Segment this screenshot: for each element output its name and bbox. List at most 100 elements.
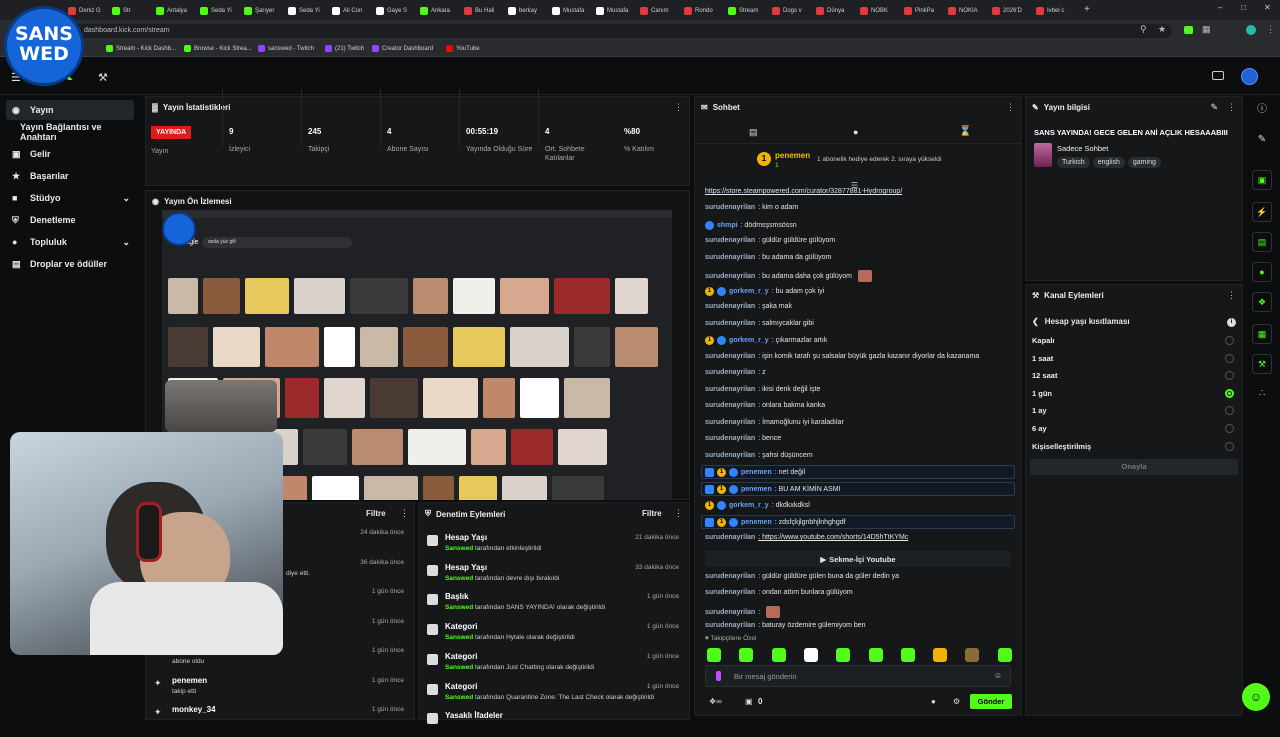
account-age-option[interactable]: 1 ay xyxy=(1032,406,1238,416)
account-age-option[interactable]: 6 ay xyxy=(1032,424,1238,433)
activity-user[interactable]: penemen xyxy=(172,676,207,685)
radio-button[interactable] xyxy=(1225,371,1234,381)
image-result-thumbnail[interactable] xyxy=(285,378,319,418)
gift-icon[interactable]: ▣ xyxy=(745,697,753,706)
points-icon[interactable]: ❖∞ xyxy=(709,697,722,706)
emote-button[interactable] xyxy=(933,648,948,662)
trash-icon[interactable]: ▤ xyxy=(749,127,758,138)
support-chat-button[interactable]: ☺ xyxy=(1242,683,1270,711)
radio-button[interactable] xyxy=(1225,424,1234,433)
chat-text[interactable]: : https://www.youtube.com/shorts/14D5hTt… xyxy=(758,534,908,541)
account-age-option[interactable]: Kapalı xyxy=(1032,336,1238,345)
mod-filter-button[interactable]: Filtre xyxy=(642,509,662,518)
bookmark-item[interactable]: Creator Dashboard xyxy=(372,45,433,52)
user-avatar[interactable] xyxy=(1241,68,1258,85)
image-result-thumbnail[interactable] xyxy=(403,327,448,367)
image-result-thumbnail[interactable] xyxy=(502,476,547,500)
chevron-down-icon[interactable]: ⌄ xyxy=(122,237,130,248)
extension-icon[interactable] xyxy=(1184,26,1193,34)
lightning-icon[interactable]: ⚡ xyxy=(1252,202,1272,222)
chat-link-message[interactable]: https://store.steampowered.com/curator/3… xyxy=(705,188,902,195)
confirm-button[interactable]: Onayla xyxy=(1030,459,1238,475)
browser-tab[interactable]: Str xyxy=(112,3,154,18)
radio-waves-icon[interactable]: ❖ xyxy=(1252,292,1272,312)
mod-action-user[interactable]: Sanswed xyxy=(445,634,473,641)
image-result-thumbnail[interactable] xyxy=(510,327,569,367)
chat-username[interactable]: surudenayrilan xyxy=(705,386,755,393)
send-button[interactable]: Gönder xyxy=(970,694,1012,709)
chat-username[interactable]: surudenayrilan xyxy=(705,622,755,629)
info-circle-icon[interactable]: ⓘ xyxy=(1252,100,1272,120)
category-name[interactable]: Sadece Sohbet xyxy=(1057,144,1108,153)
image-result-thumbnail[interactable] xyxy=(615,327,658,367)
browser-tab[interactable]: berkay xyxy=(508,3,550,18)
mod-action-user[interactable]: Sanswed xyxy=(445,575,473,582)
category-thumbnail[interactable] xyxy=(1034,143,1052,167)
chat-username[interactable]: surudenayrilan xyxy=(705,254,755,261)
account-age-option[interactable]: 1 gün xyxy=(1032,388,1238,398)
chat-username[interactable]: surudenayrilan xyxy=(705,534,755,541)
bookmark-star-icon[interactable]: ★ xyxy=(1158,24,1166,35)
radio-button[interactable] xyxy=(1225,353,1234,363)
chat-username[interactable]: surudenayrilan xyxy=(705,402,755,409)
image-result-thumbnail[interactable] xyxy=(360,327,398,367)
sidebar-item[interactable]: ■ Stüdyo ⌄ xyxy=(6,188,134,208)
layout-icon[interactable]: ▦ xyxy=(1252,324,1272,344)
browser-tab[interactable]: Deniz G xyxy=(68,3,110,18)
emote-button[interactable] xyxy=(997,648,1012,662)
window-close-icon[interactable]: ✕ xyxy=(1264,3,1271,12)
browser-tab[interactable]: Ali Con xyxy=(332,3,374,18)
info-icon[interactable]: i xyxy=(1227,318,1236,327)
sidebar-item[interactable]: ▣ Gelir xyxy=(6,144,134,164)
browser-tab[interactable]: NOKIA xyxy=(948,3,990,18)
channel-actions-menu-icon[interactable]: ⋮ xyxy=(1227,290,1236,301)
info-menu-icon[interactable]: ⋮ xyxy=(1227,102,1236,113)
browser-tab[interactable]: Seda Yi xyxy=(288,3,330,18)
image-result-thumbnail[interactable] xyxy=(574,327,610,367)
radio-button[interactable] xyxy=(1225,388,1234,398)
browser-tab[interactable]: Gaye S xyxy=(376,3,418,18)
image-result-thumbnail[interactable] xyxy=(294,278,345,314)
browser-tab[interactable]: NOBK xyxy=(860,3,902,18)
mic-icon[interactable] xyxy=(716,671,721,681)
chat-username[interactable]: surudenayrilan xyxy=(705,609,755,616)
chat-username[interactable]: gorkem_r_y xyxy=(729,502,769,509)
hammer-icon[interactable]: ⚒ xyxy=(98,71,108,84)
image-result-thumbnail[interactable] xyxy=(558,429,607,465)
emote-button[interactable] xyxy=(771,648,786,662)
new-tab-button[interactable]: + xyxy=(1084,4,1090,15)
image-result-thumbnail[interactable] xyxy=(168,278,198,314)
extensions-puzzle-icon[interactable]: ▦ xyxy=(1202,24,1211,35)
chat-link[interactable]: https://store.steampowered.com/curator/3… xyxy=(705,188,902,195)
browser-tab[interactable]: PinkPa xyxy=(904,3,946,18)
youtube-embed-button[interactable]: ▶ Sekme-İçi Youtube xyxy=(705,551,1011,567)
image-result-thumbnail[interactable] xyxy=(203,278,240,314)
profile-avatar[interactable] xyxy=(1246,25,1256,35)
community-dots-icon[interactable]: ∴ xyxy=(1252,384,1272,404)
image-result-thumbnail[interactable] xyxy=(471,429,506,465)
chat-username[interactable]: surudenayrilan xyxy=(705,452,755,459)
hourglass-icon[interactable]: ⌛ xyxy=(959,126,971,137)
image-result-thumbnail[interactable] xyxy=(265,327,319,367)
sidebar-item[interactable]: ⛨ Denetleme xyxy=(6,210,134,230)
browser-tab[interactable]: Seda Yi xyxy=(200,3,242,18)
image-result-thumbnail[interactable] xyxy=(312,476,359,500)
emote-button[interactable] xyxy=(868,648,883,662)
edit-info-icon[interactable]: ✎ xyxy=(1210,102,1218,113)
chat-username[interactable]: surudenayrilan xyxy=(705,320,755,327)
activity-menu-icon[interactable]: ⋮ xyxy=(400,508,409,519)
image-result-thumbnail[interactable] xyxy=(168,327,208,367)
browser-tab[interactable]: Rondo xyxy=(684,3,726,18)
emote-button[interactable] xyxy=(836,648,851,662)
emoji-icon[interactable]: ☺ xyxy=(994,671,1002,680)
radio-button[interactable] xyxy=(1225,336,1234,345)
chat-username[interactable]: penemen xyxy=(741,486,772,493)
chevron-down-icon[interactable]: ⌄ xyxy=(122,193,130,204)
search-icon[interactable]: ⚲ xyxy=(1140,24,1147,35)
emote-button[interactable] xyxy=(900,648,915,662)
activity-filter-button[interactable]: Filtre xyxy=(366,509,386,518)
sidebar-item[interactable]: ★ Başarılar xyxy=(6,166,134,186)
chat-username[interactable]: surudenayrilan xyxy=(705,419,755,426)
account-age-option[interactable]: Kişiselleştirilmiş xyxy=(1032,441,1238,451)
clipboard-icon[interactable]: ▤ xyxy=(1252,232,1272,252)
